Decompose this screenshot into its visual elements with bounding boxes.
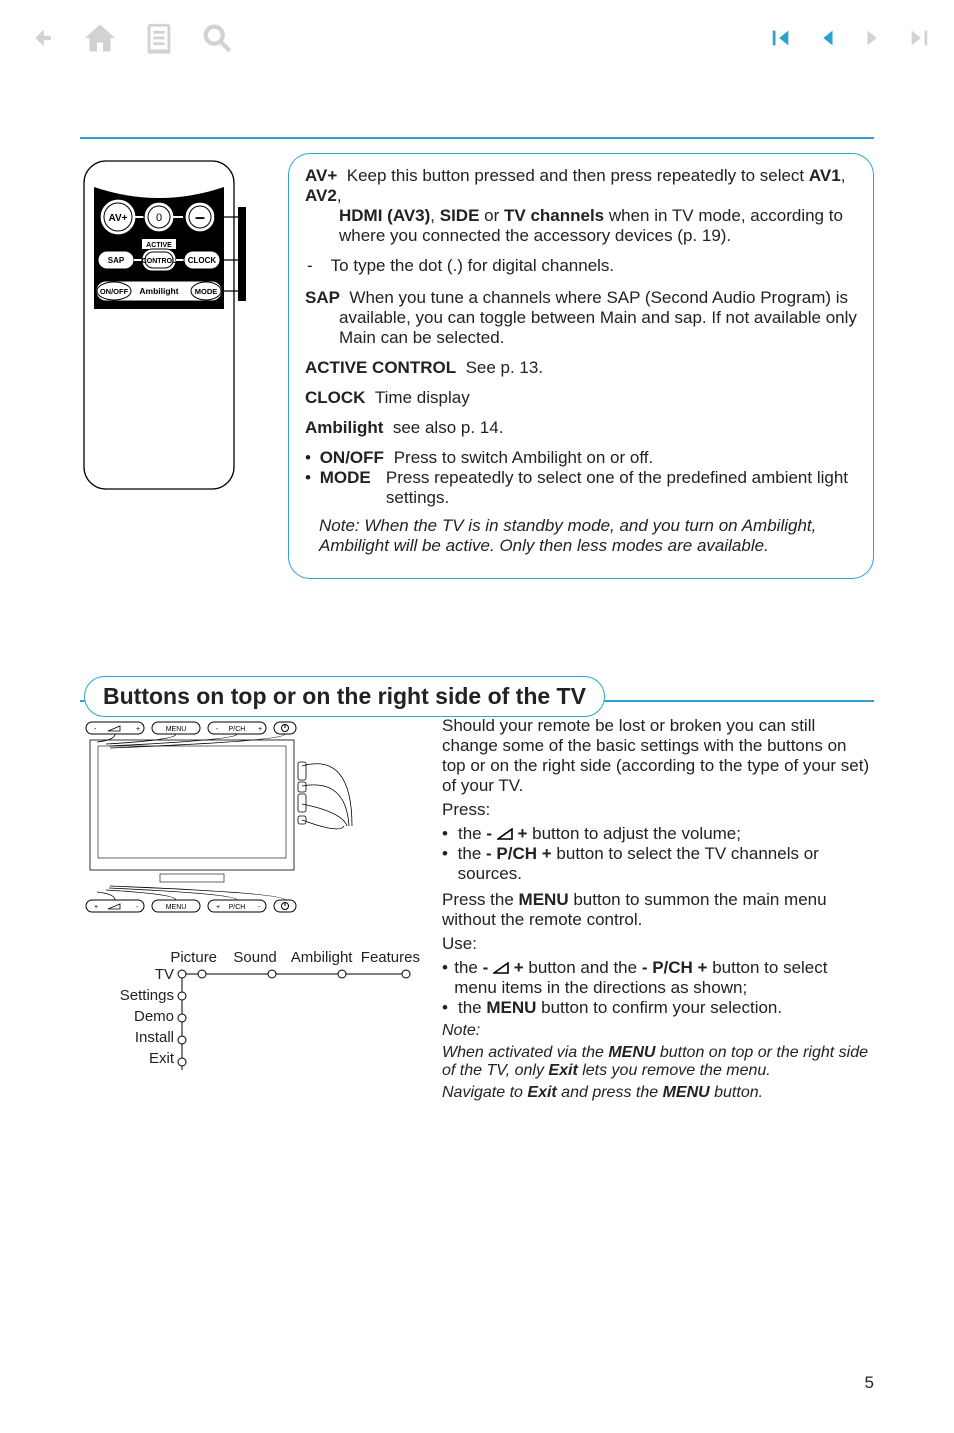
svg-text:P/CH: P/CH xyxy=(229,726,246,733)
menu-paragraph: Press the MENU button to summon the main… xyxy=(442,890,874,930)
back-arrow-icon[interactable] xyxy=(24,21,58,60)
remote-clock-label: CLOCK xyxy=(188,256,217,265)
press-label: Press: xyxy=(442,800,874,820)
sap-label: SAP xyxy=(305,288,340,307)
intro-paragraph: Should your remote be lost or broken you… xyxy=(442,716,874,796)
dash-label: - xyxy=(307,256,313,276)
definitions-callout: AV+ Keep this button pressed and then pr… xyxy=(288,153,874,579)
sap-body-inline: When you tune a channels where SAP (Seco… xyxy=(349,288,848,307)
clock-label: CLOCK xyxy=(305,388,365,407)
remote-control-label: CONTROL xyxy=(142,258,177,265)
note-label: Note: xyxy=(442,1022,874,1040)
av-hdmi: HDMI (AV3) xyxy=(339,206,430,225)
mode-body: Press repeatedly to select one of the pr… xyxy=(386,468,857,508)
svg-text:P/CH: P/CH xyxy=(229,904,246,911)
bullet-volume: the - + button to adjust the volume; xyxy=(458,824,741,844)
first-page-icon[interactable] xyxy=(770,27,792,54)
tree-col-ambilight: Ambilight xyxy=(291,949,351,966)
remote-active-label: ACTIVE xyxy=(146,242,172,249)
svg-text:+: + xyxy=(136,726,140,733)
remote-mode-label: MODE xyxy=(195,287,218,296)
av-label: AV+ xyxy=(305,166,337,185)
av-av1: AV1 xyxy=(809,166,841,185)
ambilight-note: Note: When the TV is in standby mode, an… xyxy=(305,516,857,556)
bullet-confirm: the MENU button to confirm your selectio… xyxy=(458,998,782,1018)
remote-onoff-label: ON/OFF xyxy=(100,287,129,296)
svg-text:-: - xyxy=(216,726,219,733)
note-line-2: Navigate to Exit and press the MENU butt… xyxy=(442,1084,874,1102)
svg-text:+: + xyxy=(216,904,220,911)
tv-diagram: - + MENU - P/CH + xyxy=(80,716,420,936)
tree-row-demo: Demo xyxy=(118,1008,174,1025)
dash-body: To type the dot (.) for digital channels… xyxy=(331,256,615,276)
clock-body: Time display xyxy=(375,388,470,407)
tree-col-sound: Sound xyxy=(229,949,280,966)
remote-sap-label: SAP xyxy=(108,256,125,265)
ambilight-label: Ambilight xyxy=(305,418,383,437)
tree-row-tv: TV xyxy=(118,966,174,983)
av-body-1: Keep this button pressed and then press … xyxy=(347,166,809,185)
onoff-body: Press to switch Ambilight on or off. xyxy=(394,448,654,468)
home-icon[interactable] xyxy=(82,20,118,61)
av-tv: TV channels xyxy=(504,206,604,225)
svg-text:-: - xyxy=(258,904,261,911)
remote-av-label: AV+ xyxy=(109,213,128,224)
remote-zero-label: 0 xyxy=(156,212,162,224)
sap-body-rest: available, you can toggle between Main a… xyxy=(305,308,857,348)
menu-tree-diagram: Picture Sound Ambilight Features TV Sett… xyxy=(80,949,420,1076)
svg-text:MENU: MENU xyxy=(166,726,187,733)
tree-col-features: Features xyxy=(361,949,420,966)
active-control-label: ACTIVE CONTROL xyxy=(305,358,456,377)
pages-icon[interactable] xyxy=(142,21,176,60)
svg-text:-: - xyxy=(94,726,97,733)
tree-col-picture: Picture xyxy=(168,949,219,966)
svg-text:MENU: MENU xyxy=(166,904,187,911)
remote-ambilight-label: Ambilight xyxy=(139,286,178,296)
ambilight-body: see also p. 14. xyxy=(393,418,504,437)
remote-diagram: AV+ 0 – ACTIVE SAP xyxy=(80,153,270,579)
section-heading: Buttons on top or on the right side of t… xyxy=(84,676,605,717)
svg-text:+: + xyxy=(94,904,98,911)
active-control-body: See p. 13. xyxy=(466,358,544,377)
av-av2: AV2 xyxy=(305,186,337,205)
bullet-select-items: the - + button and the - P/CH + button t… xyxy=(454,958,874,998)
prev-page-icon[interactable] xyxy=(816,27,838,54)
onoff-label: ON/OFF xyxy=(320,448,390,468)
remote-minus-label: – xyxy=(195,207,205,227)
svg-text:-: - xyxy=(136,904,139,911)
tree-row-exit: Exit xyxy=(118,1050,174,1067)
use-label: Use: xyxy=(442,934,874,954)
bullet-pch: the - P/CH + button to select the TV cha… xyxy=(458,844,874,884)
tree-row-install: Install xyxy=(118,1029,174,1046)
search-icon[interactable] xyxy=(200,21,234,60)
av-side: SIDE xyxy=(440,206,480,225)
mode-label: MODE xyxy=(320,468,382,508)
tree-row-settings: Settings xyxy=(118,987,174,1004)
page-number: 5 xyxy=(865,1373,874,1393)
next-page-icon[interactable] xyxy=(862,27,884,54)
svg-text:+: + xyxy=(258,726,262,733)
last-page-icon[interactable] xyxy=(908,27,930,54)
note-line-1: When activated via the MENU button on to… xyxy=(442,1044,874,1080)
